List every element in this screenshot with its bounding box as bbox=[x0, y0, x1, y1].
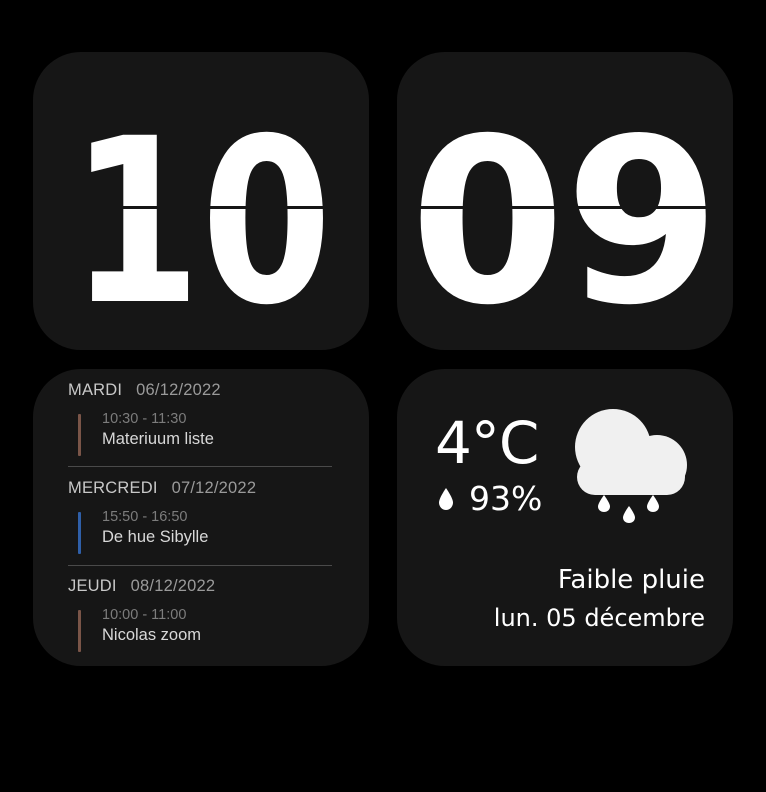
event-title: Nicolas zoom bbox=[102, 626, 202, 644]
weather-widget[interactable]: 4°C 93% Faible pluie lun. 05 décembre bbox=[397, 369, 733, 666]
event-time: 10:00 - 11:00 bbox=[102, 607, 187, 623]
calendar-event[interactable]: 10:00 - 11:00 Nicolas zoom bbox=[68, 606, 333, 652]
humidity-value: 93% bbox=[469, 479, 543, 518]
event-time: 15:50 - 16:50 bbox=[102, 509, 188, 525]
day-date: 08/12/2022 bbox=[130, 577, 216, 595]
divider bbox=[68, 565, 332, 566]
calendar-widget[interactable]: MARDI 06/12/2022 10:30 - 11:30 Materiuum… bbox=[33, 369, 369, 666]
event-time: 10:30 - 11:30 bbox=[102, 411, 187, 427]
day-name: JEUDI bbox=[68, 577, 117, 595]
home-screen: 10 09 MARDI 06/12/2022 10:30 - 11:30 Mat… bbox=[0, 0, 766, 792]
flip-divider bbox=[33, 206, 369, 209]
event-title: De hue Sibylle bbox=[102, 528, 209, 546]
clock-hours-widget[interactable]: 10 bbox=[33, 52, 369, 350]
flip-divider bbox=[397, 206, 733, 209]
clock-hours-digits: 10 bbox=[70, 89, 332, 350]
divider bbox=[68, 466, 332, 467]
calendar-day: MARDI 06/12/2022 10:30 - 11:30 Materiuum… bbox=[68, 381, 333, 456]
cloud-rain-icon bbox=[575, 409, 687, 523]
calendar-event[interactable]: 10:30 - 11:30 Materiuum liste bbox=[68, 410, 333, 456]
temperature: 4°C bbox=[435, 409, 539, 477]
day-date: 06/12/2022 bbox=[136, 381, 221, 399]
calendar-day: JEUDI 08/12/2022 10:00 - 11:00 Nicolas z… bbox=[68, 577, 333, 652]
clock-minutes-widget[interactable]: 09 bbox=[397, 52, 733, 350]
event-title: Materiuum liste bbox=[102, 430, 214, 448]
humidity: 93% bbox=[439, 479, 542, 518]
day-name: MERCREDI bbox=[68, 479, 158, 497]
clock-minutes-digits: 09 bbox=[410, 89, 720, 350]
event-color-bar bbox=[78, 414, 81, 456]
weather-date: lun. 05 décembre bbox=[493, 604, 705, 632]
event-color-bar bbox=[78, 512, 81, 554]
clock-hours: 10 bbox=[70, 89, 332, 350]
calendar-event[interactable]: 15:50 - 16:50 De hue Sibylle bbox=[68, 508, 333, 554]
day-date: 07/12/2022 bbox=[171, 479, 257, 497]
day-name: MARDI bbox=[68, 381, 123, 399]
event-color-bar bbox=[78, 610, 81, 652]
clock-minutes: 09 bbox=[410, 89, 720, 350]
calendar-day: MERCREDI 07/12/2022 15:50 - 16:50 De hue… bbox=[68, 479, 333, 554]
water-drop-icon bbox=[439, 487, 453, 510]
weather-condition: Faible pluie bbox=[557, 565, 705, 595]
